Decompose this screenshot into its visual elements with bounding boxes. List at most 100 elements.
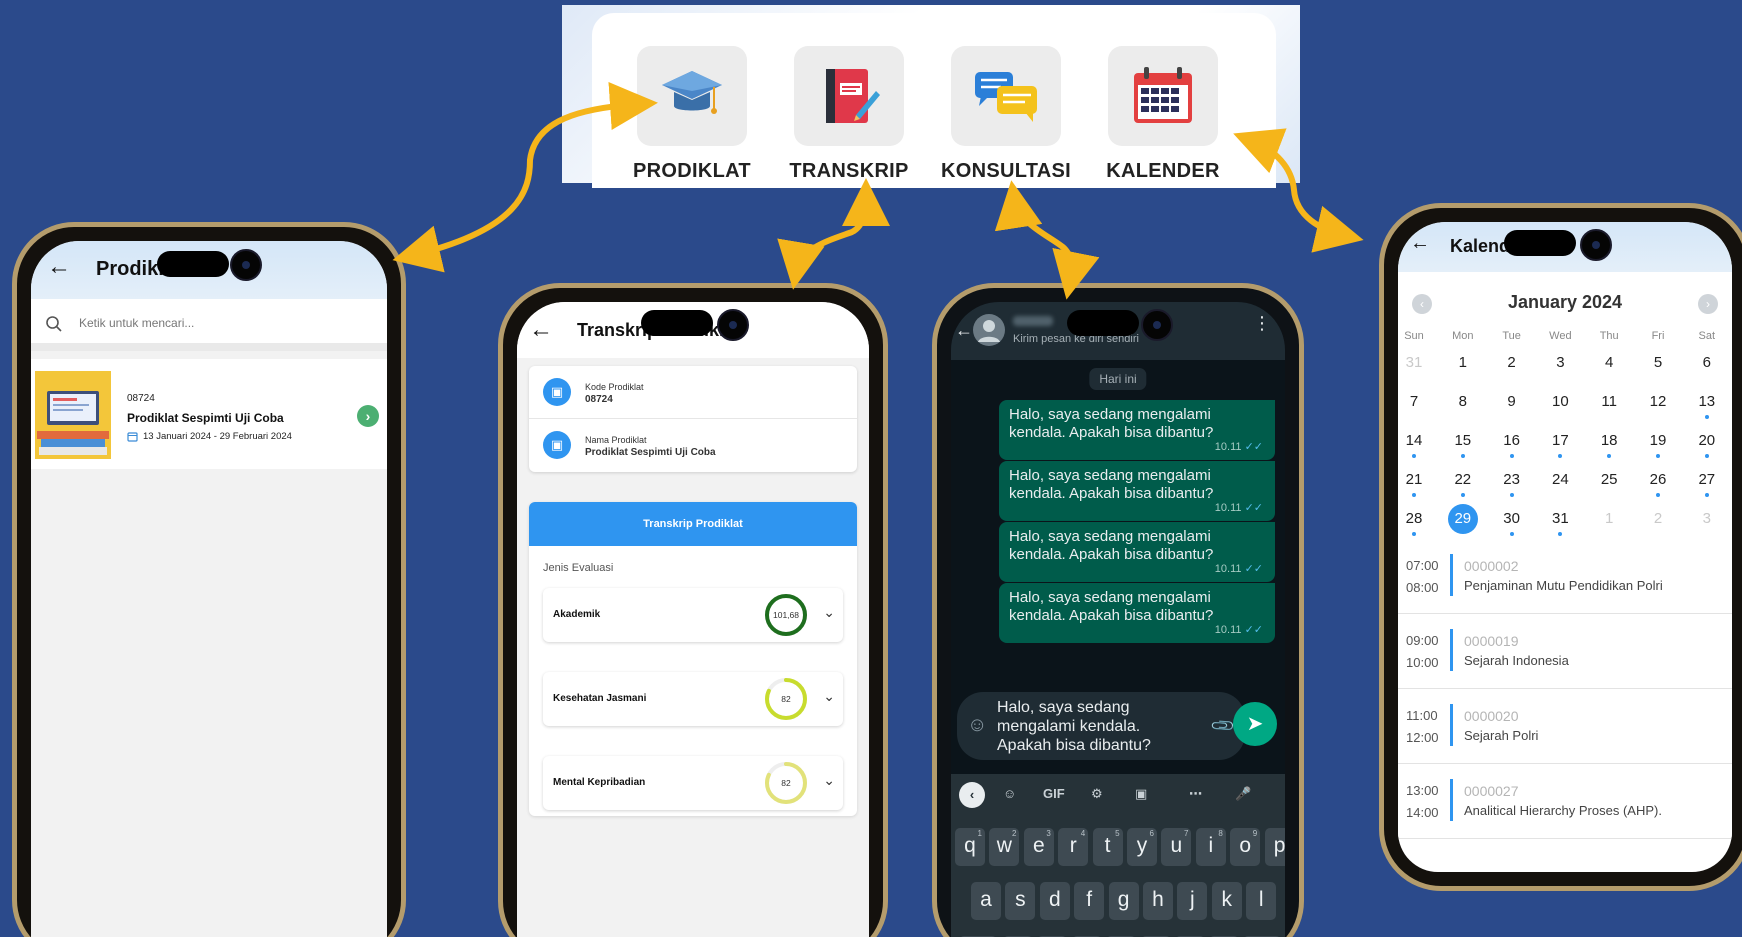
key-p[interactable]: p0 bbox=[1264, 828, 1285, 866]
more-vertical-icon[interactable]: ⋮ bbox=[1253, 314, 1271, 332]
transcript-button[interactable]: Transkrip Prodiklat bbox=[529, 502, 857, 546]
menu-item-konsultasi[interactable]: KONSULTASI bbox=[932, 46, 1080, 183]
calendar-day[interactable]: 10 bbox=[1536, 393, 1584, 410]
calendar-day[interactable]: 3 bbox=[1683, 510, 1731, 527]
key-s[interactable]: s bbox=[1005, 882, 1036, 920]
calendar-day[interactable]: 29 bbox=[1439, 510, 1487, 527]
microphone-icon[interactable]: 🎤 bbox=[1235, 786, 1251, 802]
key-l[interactable]: l bbox=[1246, 882, 1277, 920]
message-input-text[interactable]: Halo, saya sedang mengalami kendala. Apa… bbox=[997, 698, 1187, 755]
key-t[interactable]: t5 bbox=[1092, 828, 1123, 866]
eval-row-mental[interactable]: Mental Kepribadian 82 ⌄ bbox=[543, 756, 843, 810]
back-arrow-icon[interactable]: ← bbox=[529, 316, 553, 344]
calendar-day[interactable]: 2 bbox=[1634, 510, 1682, 527]
translate-icon[interactable]: ▣ bbox=[1135, 786, 1147, 802]
key-a[interactable]: a bbox=[971, 882, 1001, 920]
key-u[interactable]: u7 bbox=[1161, 828, 1192, 866]
key-d[interactable]: d bbox=[1039, 882, 1070, 920]
next-month-button[interactable]: › bbox=[1698, 294, 1718, 314]
calendar-day[interactable]: 31 bbox=[1398, 354, 1438, 371]
menu-tile-konsultasi[interactable] bbox=[951, 46, 1061, 146]
chevron-down-icon[interactable]: ⌄ bbox=[823, 604, 835, 621]
calendar-day[interactable]: 5 bbox=[1634, 354, 1682, 371]
more-horizontal-icon[interactable]: ⋯ bbox=[1189, 786, 1202, 802]
event-item[interactable]: 11:00 12:00 0000020 Sejarah Polri bbox=[1398, 690, 1732, 764]
event-item[interactable]: 09:00 10:00 0000019 Sejarah Indonesia bbox=[1398, 615, 1732, 689]
course-card[interactable]: 08724 Prodiklat Sespimti Uji Coba 13 Jan… bbox=[31, 359, 387, 469]
menu-item-transkrip[interactable]: TRANSKRIP bbox=[775, 46, 923, 183]
calendar-day[interactable]: 2 bbox=[1488, 354, 1536, 371]
event-item[interactable]: 13:00 14:00 0000027 Analitical Hierarchy Pr… bbox=[1398, 765, 1732, 839]
back-arrow-icon[interactable]: ← bbox=[1410, 232, 1430, 255]
emoji-icon[interactable]: ☺ bbox=[967, 714, 987, 737]
calendar-day[interactable]: 11 bbox=[1585, 393, 1633, 410]
menu-tile-transkrip[interactable] bbox=[794, 46, 904, 146]
key-q[interactable]: q1 bbox=[955, 828, 985, 866]
calendar-day[interactable]: 12 bbox=[1634, 393, 1682, 410]
chevron-left-icon[interactable]: ‹ bbox=[959, 782, 985, 808]
calendar-day[interactable]: 16 bbox=[1488, 432, 1536, 458]
message-input[interactable]: ☺ Halo, saya sedang mengalami kendala. A… bbox=[957, 692, 1245, 760]
search-input[interactable]: Ketik untuk mencari... bbox=[79, 316, 194, 330]
calendar-day[interactable]: 24 bbox=[1536, 471, 1584, 488]
key-e[interactable]: e3 bbox=[1023, 828, 1054, 866]
calendar-day[interactable]: 13 bbox=[1683, 393, 1731, 419]
calendar-day[interactable]: 9 bbox=[1488, 393, 1536, 410]
sticker-icon[interactable]: ☺ bbox=[1003, 786, 1016, 801]
key-y[interactable]: y6 bbox=[1127, 828, 1157, 866]
calendar-day[interactable]: 15 bbox=[1439, 432, 1487, 458]
message-bubble[interactable]: Halo, saya sedang mengalami kendala. Apa… bbox=[999, 400, 1275, 460]
message-bubble[interactable]: Halo, saya sedang mengalami kendala. Apa… bbox=[999, 461, 1275, 521]
key-f[interactable]: f bbox=[1074, 882, 1105, 920]
chevron-down-icon[interactable]: ⌄ bbox=[823, 688, 835, 705]
back-arrow-icon[interactable]: ← bbox=[955, 320, 973, 341]
event-item[interactable]: 07:00 08:00 0000002 Penjaminan Mutu Pendidi… bbox=[1398, 540, 1732, 614]
avatar[interactable] bbox=[973, 314, 1005, 346]
calendar-day[interactable]: 6 bbox=[1683, 354, 1731, 371]
menu-tile-prodiklat[interactable] bbox=[637, 46, 747, 146]
calendar-day[interactable]: 1 bbox=[1585, 510, 1633, 527]
eval-row-akademik[interactable]: Akademik 101,68 ⌄ bbox=[543, 588, 843, 642]
calendar-day[interactable]: 26 bbox=[1634, 471, 1682, 497]
calendar-day[interactable]: 4 bbox=[1585, 354, 1633, 371]
calendar-day[interactable]: 31 bbox=[1536, 510, 1584, 536]
calendar-day[interactable]: 27 bbox=[1683, 471, 1731, 497]
calendar-day[interactable]: 30 bbox=[1488, 510, 1536, 536]
key-w[interactable]: w2 bbox=[989, 828, 1020, 866]
calendar-day[interactable]: 23 bbox=[1488, 471, 1536, 497]
message-time: 10.11 ✓✓ bbox=[1214, 441, 1263, 453]
calendar-day[interactable]: 28 bbox=[1398, 510, 1438, 536]
calendar-day[interactable]: 7 bbox=[1398, 393, 1438, 410]
send-button[interactable]: ➤ bbox=[1233, 702, 1277, 746]
key-g[interactable]: g bbox=[1108, 882, 1139, 920]
gear-icon[interactable]: ⚙ bbox=[1091, 786, 1103, 802]
key-o[interactable]: o9 bbox=[1230, 828, 1261, 866]
search-bar[interactable]: Ketik untuk mencari... bbox=[31, 299, 387, 351]
calendar-day[interactable]: 17 bbox=[1536, 432, 1584, 458]
menu-tile-kalender[interactable] bbox=[1108, 46, 1218, 146]
back-arrow-icon[interactable]: ← bbox=[47, 253, 71, 281]
message-bubble[interactable]: Halo, saya sedang mengalami kendala. Apa… bbox=[999, 522, 1275, 582]
gif-button[interactable]: GIF bbox=[1043, 786, 1065, 801]
calendar-day[interactable]: 19 bbox=[1634, 432, 1682, 458]
key-k[interactable]: k bbox=[1211, 882, 1242, 920]
key-h[interactable]: h bbox=[1143, 882, 1173, 920]
calendar-day[interactable]: 3 bbox=[1536, 354, 1584, 371]
calendar-day[interactable]: 20 bbox=[1683, 432, 1731, 458]
key-i[interactable]: i8 bbox=[1195, 828, 1226, 866]
chevron-down-icon[interactable]: ⌄ bbox=[823, 772, 835, 789]
calendar-day[interactable]: 22 bbox=[1439, 471, 1487, 497]
key-j[interactable]: j bbox=[1177, 882, 1208, 920]
calendar-day[interactable]: 8 bbox=[1439, 393, 1487, 410]
calendar-day[interactable]: 18 bbox=[1585, 432, 1633, 458]
message-bubble[interactable]: Halo, saya sedang mengalami kendala. Apa… bbox=[999, 583, 1275, 643]
menu-item-prodiklat[interactable]: PRODIKLAT bbox=[618, 46, 766, 183]
key-r[interactable]: r4 bbox=[1058, 828, 1089, 866]
calendar-day[interactable]: 14 bbox=[1398, 432, 1438, 458]
eval-row-kesehatan[interactable]: Kesehatan Jasmani 82 ⌄ bbox=[543, 672, 843, 726]
chevron-right-icon[interactable]: › bbox=[357, 405, 379, 427]
calendar-day[interactable]: 25 bbox=[1585, 471, 1633, 488]
calendar-day[interactable]: 21 bbox=[1398, 471, 1438, 497]
menu-item-kalender[interactable]: KALENDER bbox=[1089, 46, 1237, 183]
calendar-day[interactable]: 1 bbox=[1439, 354, 1487, 371]
